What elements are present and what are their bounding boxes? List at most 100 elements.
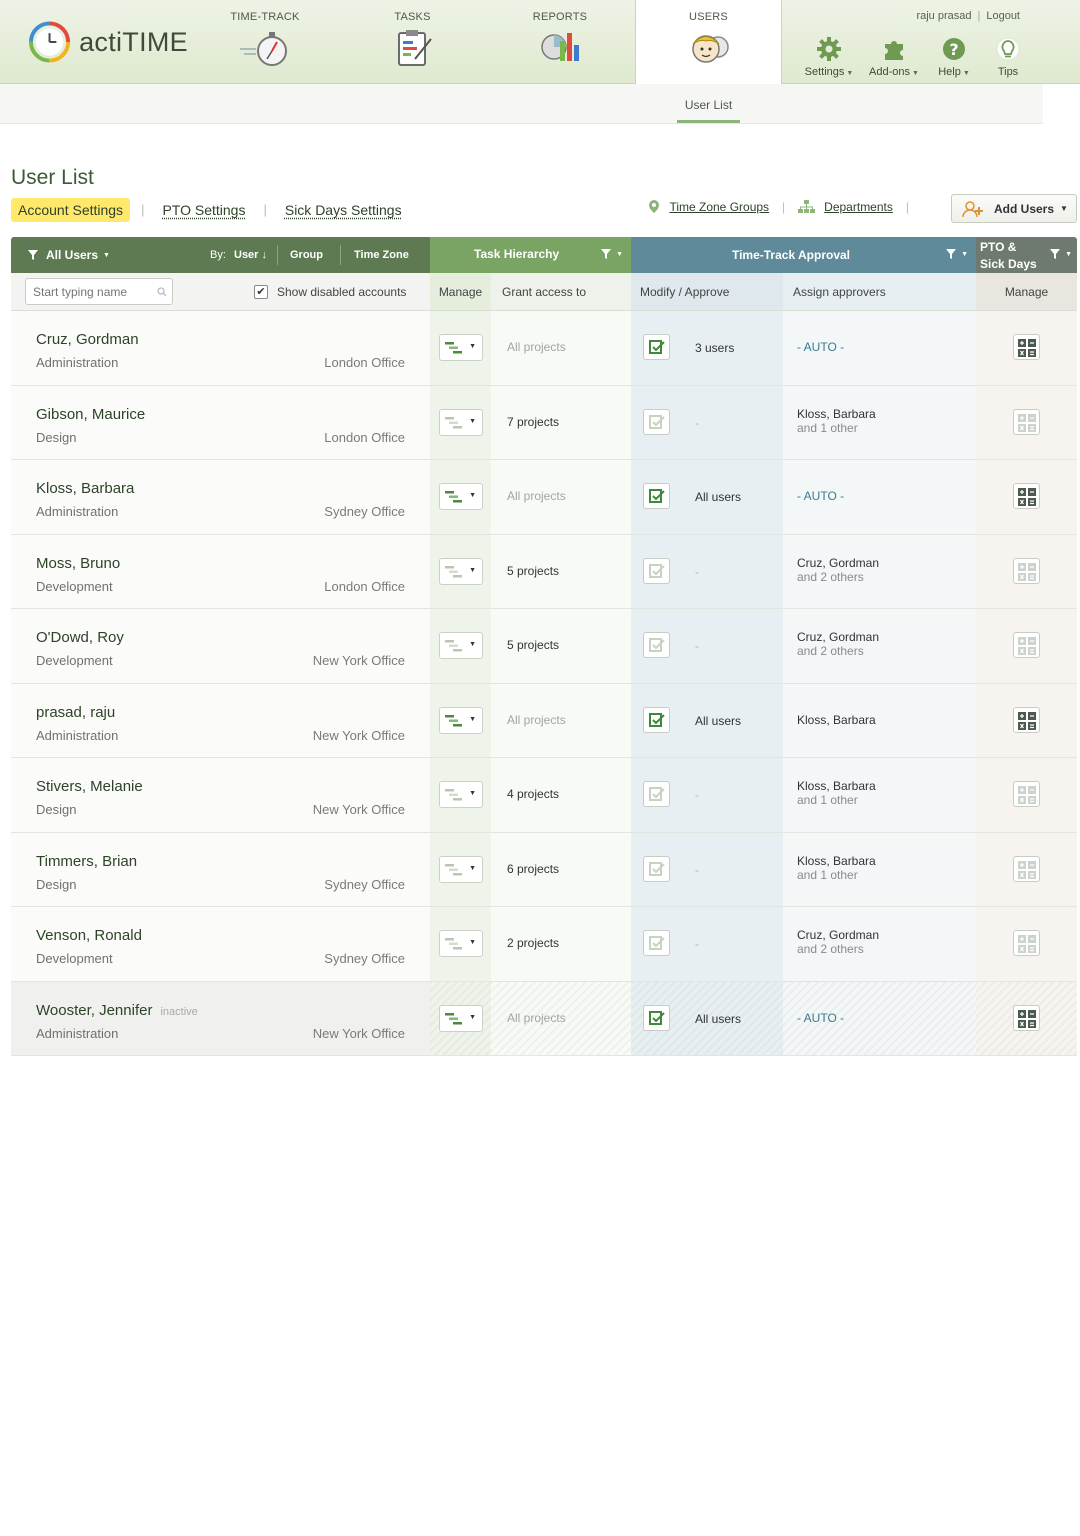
assign-approvers-cell[interactable]: - AUTO -: [783, 981, 976, 1055]
gear-icon: [817, 37, 841, 61]
sort-by-user[interactable]: User ↓: [234, 249, 267, 261]
manage-hierarchy-button[interactable]: ▼: [439, 930, 483, 957]
modify-approve-value[interactable]: -: [695, 863, 699, 877]
grant-access-cell[interactable]: 7 projects: [491, 385, 631, 459]
tab-account-settings[interactable]: Account Settings: [11, 197, 131, 222]
user-cell[interactable]: prasad, raju Administration New York Offic…: [11, 683, 430, 757]
pto-manage-button[interactable]: [1013, 930, 1040, 956]
grant-access-cell[interactable]: 2 projects: [491, 907, 631, 981]
departments-link[interactable]: Departments: [798, 199, 893, 214]
user-cell[interactable]: Gibson, Maurice Design London Office: [11, 385, 430, 459]
manage-hierarchy-button[interactable]: ▼: [439, 483, 483, 510]
modify-approve-value[interactable]: All users: [695, 490, 741, 504]
nav-tab-reports[interactable]: REPORTS: [512, 0, 608, 84]
grant-access-cell[interactable]: All projects: [491, 981, 631, 1055]
pto-manage-button[interactable]: [1013, 557, 1040, 584]
tab-sick-days-settings[interactable]: Sick Days Settings: [278, 198, 409, 222]
modify-approve-toggle[interactable]: [643, 557, 670, 584]
manage-hierarchy-button[interactable]: ▼: [439, 1004, 483, 1032]
current-user-link[interactable]: raju prasad: [916, 10, 971, 22]
pto-manage-button[interactable]: [1013, 781, 1040, 807]
show-disabled-checkbox[interactable]: ✔: [254, 285, 268, 299]
all-users-filter[interactable]: All Users ▼: [28, 248, 110, 262]
user-cell[interactable]: Moss, Bruno Development London Office: [11, 534, 430, 608]
pto-manage-button[interactable]: [1013, 855, 1040, 882]
nav-tab-tasks[interactable]: TASKS: [365, 0, 460, 84]
user-cell[interactable]: Timmers, Brian Design Sydney Office: [11, 832, 430, 906]
modify-approve-value[interactable]: 3 users: [695, 341, 734, 355]
modify-approve-value[interactable]: -: [695, 788, 699, 802]
pto-manage-button[interactable]: [1013, 632, 1040, 658]
modify-approve-toggle[interactable]: [643, 408, 670, 435]
manage-hierarchy-button[interactable]: ▼: [439, 855, 483, 883]
user-cell[interactable]: Venson, Ronald Development Sydney Office: [11, 907, 430, 981]
grant-access-cell[interactable]: All projects: [491, 311, 631, 385]
modify-approve-value[interactable]: All users: [695, 714, 741, 728]
show-disabled-label[interactable]: Show disabled accounts: [277, 285, 406, 299]
logout-link[interactable]: Logout: [986, 10, 1020, 22]
nav-tab-time-track[interactable]: TIME-TRACK: [215, 0, 315, 84]
modify-approve-toggle[interactable]: [643, 1004, 670, 1031]
modify-approve-value[interactable]: -: [695, 639, 699, 653]
pto-manage-cell: [976, 460, 1077, 534]
sort-by-time-zone[interactable]: Time Zone: [354, 249, 409, 261]
grant-access-cell[interactable]: 6 projects: [491, 832, 631, 906]
user-cell[interactable]: Cruz, Gordman Administration London Office: [11, 311, 430, 385]
pto-manage-button[interactable]: [1013, 408, 1040, 435]
assign-approvers-cell[interactable]: Cruz, Gordman and 2 others: [783, 609, 976, 683]
modify-approve-toggle[interactable]: [643, 706, 670, 733]
modify-approve-toggle[interactable]: [643, 483, 670, 509]
add-users-button[interactable]: Add Users ▼: [951, 194, 1077, 223]
search-input[interactable]: [26, 279, 146, 304]
manage-hierarchy-button[interactable]: ▼: [439, 632, 483, 659]
assign-approvers-cell[interactable]: - AUTO -: [783, 311, 976, 385]
tab-pto-settings[interactable]: PTO Settings: [155, 198, 252, 222]
modify-approve-toggle[interactable]: [643, 855, 670, 882]
search-box[interactable]: [25, 278, 173, 305]
time-zone-groups-link[interactable]: Time Zone Groups: [648, 199, 769, 214]
pto-manage-button[interactable]: [1013, 334, 1040, 360]
assign-approvers-cell[interactable]: Cruz, Gordman and 2 others: [783, 534, 976, 608]
modify-approve-value[interactable]: -: [695, 937, 699, 951]
modify-approve-value[interactable]: -: [695, 416, 699, 430]
manage-hierarchy-button[interactable]: ▼: [439, 781, 483, 808]
grant-access-cell[interactable]: 5 projects: [491, 609, 631, 683]
app-logo[interactable]: actiTIME: [28, 20, 188, 64]
assign-approvers-cell[interactable]: Kloss, Barbara and 1 other: [783, 832, 976, 906]
manage-hierarchy-button[interactable]: ▼: [439, 557, 483, 585]
modify-approve-toggle[interactable]: [643, 632, 670, 658]
pto-filter[interactable]: ▼: [1050, 249, 1072, 259]
modify-approve-toggle[interactable]: [643, 930, 670, 956]
addons-menu[interactable]: Add-ons ▼: [862, 36, 926, 78]
modify-approve-toggle[interactable]: [643, 334, 670, 360]
task-hierarchy-filter[interactable]: ▼: [601, 249, 623, 259]
user-cell[interactable]: Stivers, Melanie Design New York Office: [11, 758, 430, 832]
pto-manage-button[interactable]: [1013, 483, 1040, 509]
user-cell[interactable]: Wooster, Jennifer inactive Administration N…: [11, 981, 430, 1055]
manage-hierarchy-button[interactable]: ▼: [439, 334, 483, 361]
manage-hierarchy-button[interactable]: ▼: [439, 408, 483, 436]
settings-menu[interactable]: Settings ▼: [797, 36, 861, 78]
approval-filter[interactable]: ▼: [946, 249, 968, 259]
grant-access-cell[interactable]: All projects: [491, 460, 631, 534]
modify-approve-value[interactable]: All users: [695, 1012, 741, 1026]
assign-approvers-cell[interactable]: Cruz, Gordman and 2 others: [783, 907, 976, 981]
subnav-tab-user-list[interactable]: User List: [677, 84, 740, 123]
pto-manage-button[interactable]: [1013, 1004, 1040, 1031]
grant-access-cell[interactable]: All projects: [491, 683, 631, 757]
modify-approve-toggle[interactable]: [643, 781, 670, 807]
user-cell[interactable]: O'Dowd, Roy Development New York Office: [11, 609, 430, 683]
tips-button[interactable]: Tips: [976, 36, 1040, 78]
grant-access-cell[interactable]: 4 projects: [491, 758, 631, 832]
user-cell[interactable]: Kloss, Barbara Administration Sydney Offic…: [11, 460, 430, 534]
grant-access-cell[interactable]: 5 projects: [491, 534, 631, 608]
assign-approvers-cell[interactable]: Kloss, Barbara and 1 other: [783, 385, 976, 459]
manage-hierarchy-button[interactable]: ▼: [439, 706, 483, 734]
pto-manage-button[interactable]: [1013, 706, 1040, 733]
assign-approvers-cell[interactable]: Kloss, Barbara: [783, 683, 976, 757]
assign-approvers-cell[interactable]: Kloss, Barbara and 1 other: [783, 758, 976, 832]
modify-approve-value[interactable]: -: [695, 565, 699, 579]
sort-by-group[interactable]: Group: [290, 249, 323, 261]
assign-approvers-cell[interactable]: - AUTO -: [783, 460, 976, 534]
nav-tab-users[interactable]: USERS: [635, 0, 782, 85]
